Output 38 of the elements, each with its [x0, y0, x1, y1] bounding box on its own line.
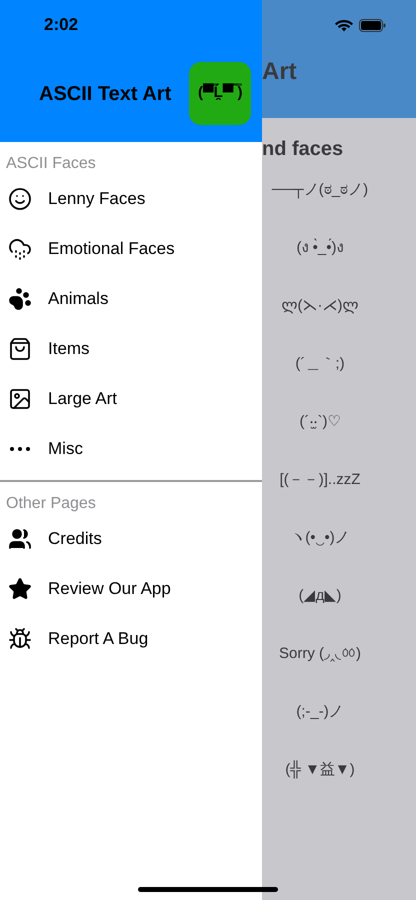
menu-item[interactable]: Large Art [0, 374, 262, 424]
people-icon [8, 527, 32, 551]
face-text[interactable]: (ง •̀_•́)ง [296, 234, 344, 261]
menu-item[interactable]: Animals [0, 274, 262, 324]
menu-item[interactable]: Review Our App [0, 564, 262, 614]
menu-item[interactable]: Emotional Faces [0, 224, 262, 274]
section-header: Other Pages [6, 494, 96, 514]
menu-item[interactable]: Lenny Faces [0, 174, 262, 224]
paw-icon [8, 287, 32, 311]
bag-icon [8, 337, 32, 361]
face-text[interactable]: (◢д◣) [298, 582, 342, 609]
image-icon [8, 387, 32, 411]
page-title: Art [262, 60, 298, 84]
status-time: 2:02 [44, 14, 78, 36]
face-text[interactable]: Sorry (◞‸◟ㆀ) [279, 640, 361, 667]
more-icon [10, 447, 30, 451]
section-title: nd faces [262, 137, 344, 162]
face-text[interactable]: (´‧̫‧`)♡ [300, 408, 340, 435]
face-text[interactable]: (╬ ▼益▼) [285, 756, 355, 783]
face-text[interactable]: ヽ(•‿•)ノ [290, 524, 350, 551]
face-text[interactable]: (´＿｀;) [295, 350, 345, 377]
face-text[interactable]: ──┬ノ(ಠ_ಠノ) [272, 176, 368, 203]
menu-item[interactable]: Credits [0, 514, 262, 564]
face-text[interactable]: [(－－)]..zzZ [280, 466, 360, 493]
drawer-title: ASCII Text Art [39, 82, 172, 106]
app-icon: (▀̿Ĺ̯▀̿ ̿) [189, 62, 252, 125]
section-header: ASCII Faces [6, 154, 96, 174]
wifi-icon [335, 18, 353, 32]
face-text[interactable]: (;-_-)ノ [296, 698, 344, 725]
smiley-icon [8, 187, 32, 211]
star-icon [8, 577, 32, 601]
menu-item[interactable]: Misc [0, 424, 262, 474]
face-text[interactable]: ლ(⋋·⋌)ლ [282, 292, 358, 319]
menu-item[interactable]: Report A Bug [0, 614, 262, 664]
battery-icon [359, 18, 386, 32]
rain-cloud-icon [8, 237, 32, 261]
bug-icon [8, 627, 32, 651]
menu-item[interactable]: Items [0, 324, 262, 374]
